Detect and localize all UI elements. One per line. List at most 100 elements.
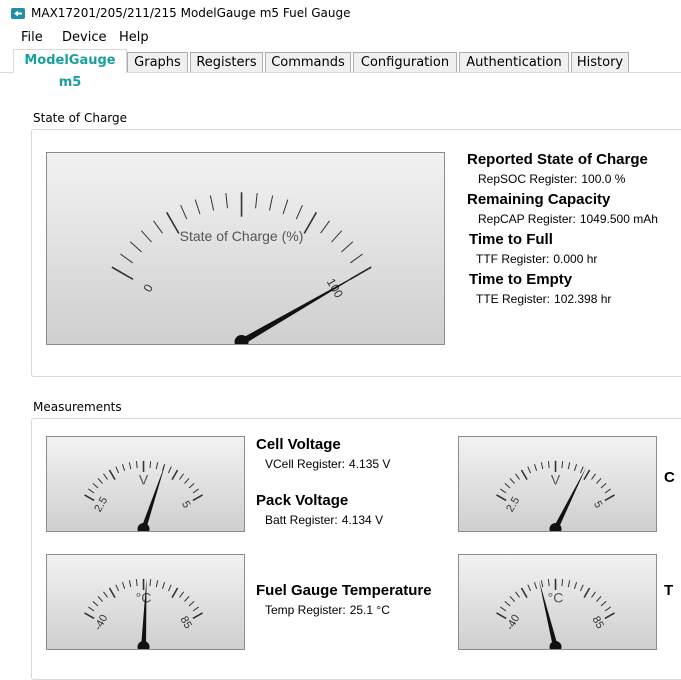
gauge-tick	[184, 596, 190, 602]
gauge-tick	[604, 606, 611, 612]
gauge-tick	[92, 601, 99, 607]
tte-value: 102.398 hr	[554, 292, 612, 306]
gauge-tick	[153, 220, 163, 234]
gauge-tick	[108, 587, 116, 599]
gauge-tick	[573, 582, 578, 589]
menu-file[interactable]: File	[21, 30, 43, 45]
gauge-tick	[520, 469, 528, 481]
gauge-tick	[504, 601, 511, 607]
gauge-min-label: 2.5	[504, 495, 522, 514]
temperature-value-line: Temp Register: 25.1 °C	[265, 603, 390, 617]
repcap-value-line: RepCAP Register: 1049.500 mAh	[478, 212, 658, 226]
gauge-tick	[111, 266, 134, 281]
gauge-tick	[540, 462, 544, 470]
tab-configuration[interactable]: Configuration	[353, 52, 457, 72]
gauge-tick	[192, 612, 203, 620]
gauge-dial: -40 85 °C	[496, 578, 615, 649]
gauge-tick	[341, 241, 354, 253]
measurements-group-label: Measurements	[33, 400, 122, 414]
tab-strip: ModelGauge m5 Graphs Registers Commands …	[0, 48, 681, 90]
gauge-tick	[165, 211, 180, 234]
gauge-tick	[596, 478, 602, 484]
tab-graphs[interactable]: Graphs	[127, 52, 188, 72]
gauge-tick	[167, 466, 172, 474]
cell-voltage-title: Cell Voltage	[256, 436, 341, 453]
repsoc-title: Reported State of Charge	[467, 151, 648, 168]
gauge-min-label: 2.5	[92, 495, 110, 514]
gauge-tick	[527, 466, 532, 474]
window-title: MAX17201/205/211/215 ModelGauge m5 Fuel …	[31, 6, 351, 20]
tab-commands[interactable]: Commands	[265, 52, 351, 72]
tab-modelgauge[interactable]: ModelGauge m5	[13, 49, 127, 90]
tte-title: Time to Empty	[469, 271, 573, 288]
gauge-tick	[179, 473, 185, 480]
gauge-tick	[115, 584, 120, 592]
gauge-min-label: -40	[92, 613, 110, 633]
gauge-hub	[549, 641, 562, 649]
gauge-tick	[504, 483, 511, 489]
gauge-hub	[137, 641, 150, 649]
gauge-tick	[268, 195, 274, 211]
repsoc-value: 100.0 %	[581, 172, 626, 186]
gauge-tick	[496, 612, 507, 620]
pack-voltage-title: Pack Voltage	[256, 492, 349, 509]
gauge-tick	[567, 580, 571, 588]
cut-title-1: C	[664, 469, 675, 486]
gauge-max-label: 85	[590, 614, 607, 631]
gauge-tick	[194, 199, 201, 215]
gauge-max-label: 5	[179, 499, 192, 510]
gauge-tick	[547, 461, 550, 469]
tab-history[interactable]: History	[571, 52, 629, 72]
pack-voltage-value: 4.134 V	[341, 513, 384, 527]
gauge-tick	[604, 612, 615, 620]
pack-voltage-value-line: Batt Register: 4.134 V	[265, 513, 384, 527]
repcap-title: Remaining Capacity	[467, 191, 611, 208]
repsoc-value-line: RepSOC Register: 100.0 %	[478, 172, 626, 186]
temperature-gauge: -40 85 °C	[46, 554, 245, 650]
gauge-dial: 0100State of Charge (%)	[111, 192, 373, 344]
gauge-tick	[515, 473, 520, 480]
gauge-tick	[579, 466, 584, 474]
gauge-tick	[88, 606, 95, 612]
gauge-tick	[180, 204, 188, 220]
gauge-dial: 2.5 5 V	[496, 460, 615, 531]
gauge-tick	[120, 253, 134, 264]
gauge-caption: V	[139, 471, 149, 487]
soc-gauge: 0100State of Charge (%)	[46, 152, 445, 345]
gauge-tick	[331, 230, 343, 243]
gauge-tick	[527, 584, 532, 592]
menu-bar: File Device Help	[0, 28, 681, 48]
gauge-tick	[121, 464, 126, 471]
gauge-tick	[282, 199, 289, 215]
gauge-tick	[171, 587, 179, 599]
gauge-tick	[604, 488, 611, 494]
gauge-tick	[596, 596, 602, 602]
gauge-min-label: -40	[504, 613, 522, 633]
gauge-tick	[135, 579, 138, 587]
app-icon	[11, 8, 25, 19]
gauge-tick	[604, 494, 615, 502]
temperature-value: 25.1 °C	[349, 603, 390, 617]
gauge-tick	[103, 473, 108, 480]
menu-device[interactable]: Device	[62, 30, 106, 45]
tab-registers[interactable]: Registers	[190, 52, 263, 72]
gauge-tick	[295, 204, 303, 220]
gauge-dial: 2.5 5 V	[84, 460, 203, 531]
gauge-tick	[179, 591, 185, 598]
gauge-tick	[140, 230, 152, 243]
gauge-tick	[97, 478, 103, 484]
gauge-tick	[161, 582, 166, 589]
cut-title-2: T	[664, 582, 674, 599]
tab-authentication[interactable]: Authentication	[459, 52, 569, 72]
gauge-tick	[600, 601, 607, 607]
gauge-tick	[225, 193, 228, 209]
gauge-tick	[128, 580, 132, 588]
soc-group-label: State of Charge	[33, 111, 128, 125]
gauge-tick	[509, 478, 515, 484]
voltage-gauge-2: 2.5 5 V	[458, 436, 657, 532]
gauge-tick	[533, 582, 538, 589]
menu-help[interactable]: Help	[119, 30, 149, 45]
gauge-tick	[500, 488, 507, 494]
gauge-hub	[137, 523, 150, 531]
gauge-tick	[84, 612, 95, 620]
